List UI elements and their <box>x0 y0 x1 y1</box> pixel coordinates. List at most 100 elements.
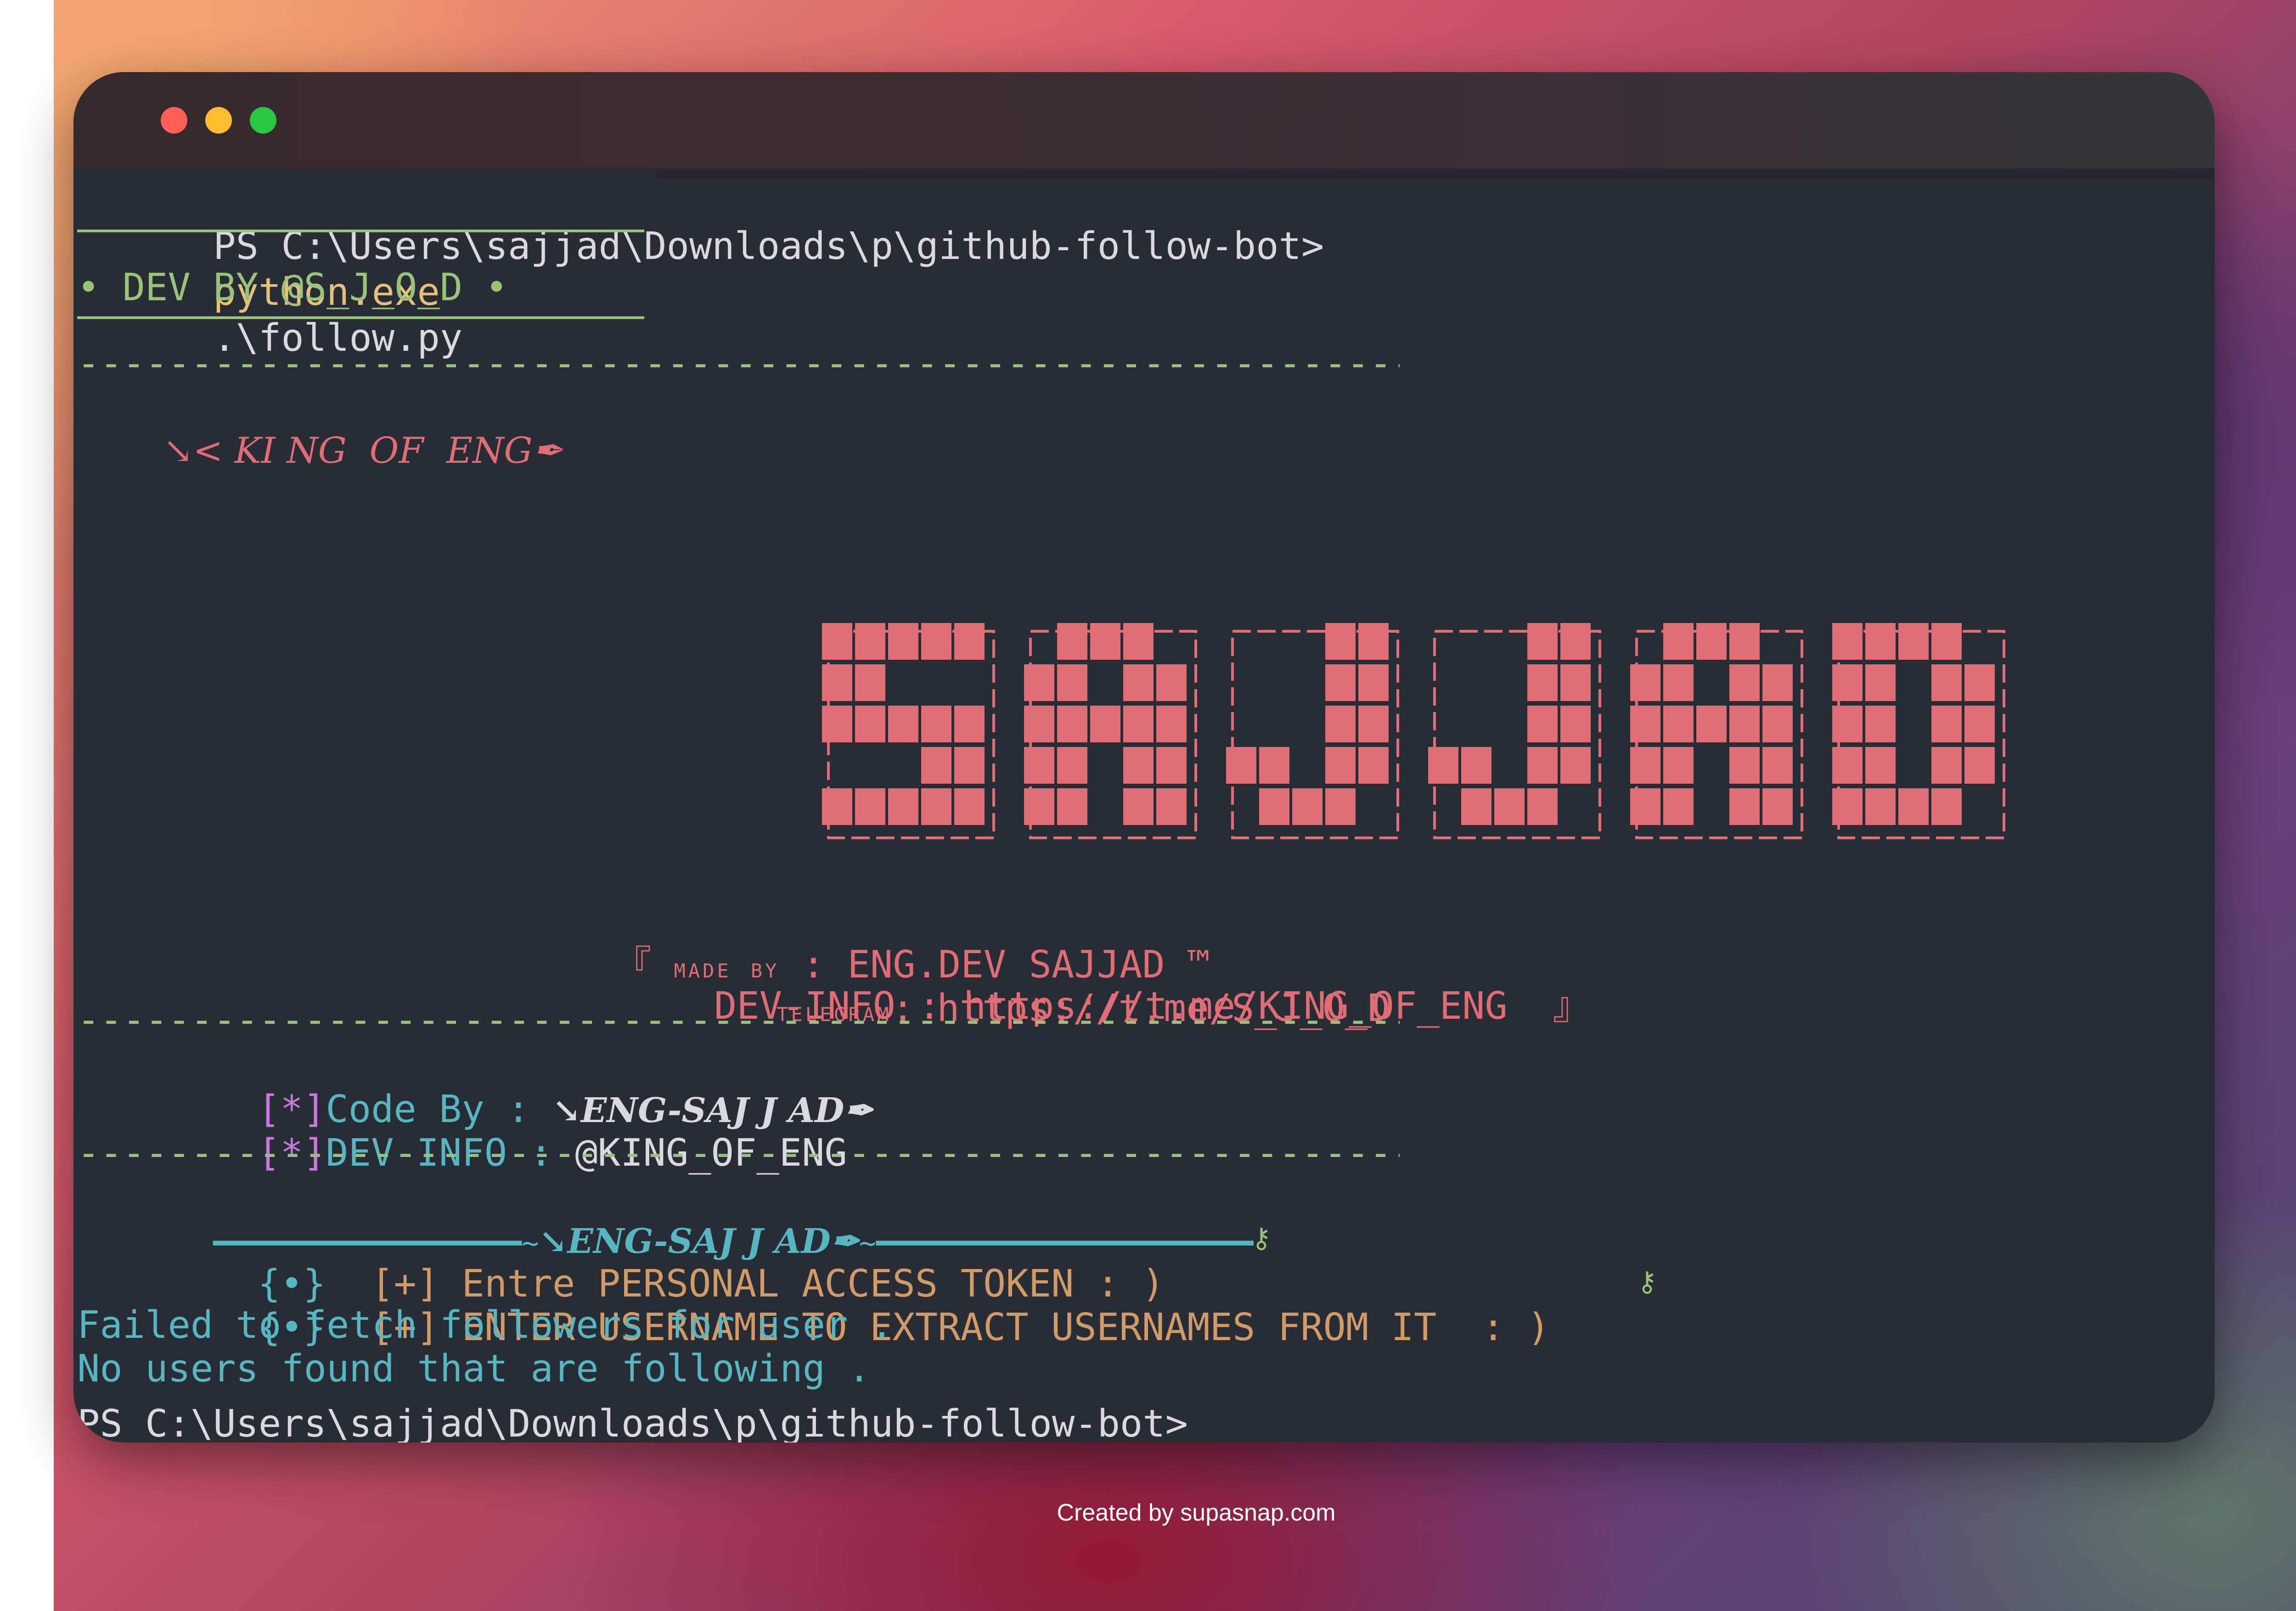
banner-block <box>1898 623 1929 660</box>
banner-block <box>954 788 985 825</box>
banner-block <box>1123 706 1154 742</box>
banner-block <box>1630 788 1660 825</box>
banner-block <box>1057 788 1087 825</box>
banner-block <box>1123 747 1154 784</box>
banner-block <box>1964 747 1995 784</box>
banner-block <box>1630 664 1660 701</box>
banner-block <box>1696 706 1727 742</box>
banner-block <box>822 623 852 660</box>
banner-block <box>1156 664 1187 701</box>
banner-block <box>1123 664 1154 701</box>
banner-block <box>1527 664 1558 701</box>
banner-block <box>1560 664 1591 701</box>
banner-block <box>1729 664 1760 701</box>
banner-block <box>1832 706 1863 742</box>
banner-block <box>1964 664 1995 701</box>
devinfo-handle-line: [*]DEV-INFO : @KING_OF_ENG <box>122 1084 847 1175</box>
banner-block <box>1428 747 1458 784</box>
footer-credit: Created by supasnap.com <box>1057 1499 1336 1526</box>
code-by-line: [*]Code By : ↘ENG-SAJ J AD✒ <box>122 1041 872 1131</box>
banner-letter-j <box>1226 623 1399 839</box>
banner-block <box>1762 747 1793 784</box>
made-by-line: 『 made by : ENG.DEV SAJJAD ™ <box>478 896 1210 987</box>
username-prompt-line: {•} [+] ENTER USERNAME TO EXTRACT USERNA… <box>122 1259 1550 1349</box>
close-window-button[interactable] <box>161 107 187 134</box>
underline-bar <box>77 316 644 319</box>
window-titlebar <box>73 72 2215 168</box>
banner-block <box>1024 706 1054 742</box>
banner-block <box>954 706 985 742</box>
banner-block <box>1527 788 1558 825</box>
key-icon: ⚷ <box>1251 1222 1272 1254</box>
banner-block <box>1123 788 1154 825</box>
underline-bar <box>77 230 644 232</box>
sajjad-ascii-banner <box>822 623 2005 839</box>
banner-block <box>1832 788 1863 825</box>
banner-block <box>1057 747 1087 784</box>
banner-block <box>1663 623 1694 660</box>
banner-block <box>1865 664 1896 701</box>
banner-block <box>822 788 852 825</box>
banner-block <box>1560 747 1591 784</box>
banner-block <box>1090 706 1120 742</box>
banner-block <box>855 706 885 742</box>
dash-separator: ----------------------------------------… <box>77 342 1400 385</box>
banner-block <box>1865 747 1896 784</box>
banner-block <box>1057 623 1087 660</box>
maximize-window-button[interactable] <box>250 107 276 134</box>
banner-block <box>921 747 951 784</box>
banner-block <box>1057 664 1087 701</box>
banner-block <box>1259 747 1289 784</box>
banner-block <box>1931 623 1962 660</box>
telegram-line: telegram: https://t.me/S_J_O_D <box>641 940 1390 1030</box>
banner-block <box>1832 747 1863 784</box>
banner-block <box>1024 788 1054 825</box>
banner-block <box>1696 623 1727 660</box>
banner-block <box>1358 623 1389 660</box>
banner-block <box>1832 623 1863 660</box>
banner-block <box>1865 623 1896 660</box>
banner-block <box>855 664 885 701</box>
prompt-line: PS C:\Users\sajjad\Downloads\p\github-fo… <box>77 178 1324 360</box>
banner-block <box>1461 747 1491 784</box>
banner-block <box>1729 706 1760 742</box>
banner-block <box>1931 706 1962 742</box>
banner-block <box>1898 788 1929 825</box>
dash-separator: ----------------------------------------… <box>77 998 1400 1042</box>
name-separator-line: ━━━━━━━━━━━━━━━━━━~↘ENG-SAJ J AD✒~━━━━━━… <box>77 1172 1253 1261</box>
banner-block <box>1630 706 1660 742</box>
banner-block <box>1123 623 1154 660</box>
banner-block <box>1663 747 1694 784</box>
tab-strip <box>657 168 2215 179</box>
banner-block <box>1663 788 1694 825</box>
banner-block <box>822 706 852 742</box>
minimize-window-button[interactable] <box>205 107 232 134</box>
banner-block <box>1325 706 1356 742</box>
banner-block <box>1358 747 1389 784</box>
banner-block <box>921 706 951 742</box>
banner-block <box>921 788 951 825</box>
banner-block <box>1931 747 1962 784</box>
banner-block <box>1156 788 1187 825</box>
banner-block <box>1560 623 1591 660</box>
banner-letter-j <box>1428 623 1601 839</box>
next-prompt-line: PS C:\Users\sajjad\Downloads\p\github-fo… <box>77 1402 1188 1443</box>
banner-block <box>1024 747 1054 784</box>
banner-block <box>954 747 985 784</box>
banner-block <box>1325 623 1356 660</box>
banner-block <box>1358 664 1389 701</box>
token-prompt-line: {•} [+] Entre PERSONAL ACCESS TOKEN : ) <box>122 1215 1165 1306</box>
banner-block <box>954 623 985 660</box>
banner-block <box>1024 664 1054 701</box>
banner-block <box>822 664 852 701</box>
banner-block <box>1560 706 1591 742</box>
banner-block <box>1156 747 1187 784</box>
banner-block <box>1832 664 1863 701</box>
banner-block <box>1358 706 1389 742</box>
banner-block <box>855 623 885 660</box>
banner-block <box>1461 788 1491 825</box>
terminal-output[interactable]: PS C:\Users\sajjad\Downloads\p\github-fo… <box>73 178 2215 1443</box>
banner-block <box>1156 706 1187 742</box>
banner-block <box>1729 747 1760 784</box>
key-icon: ⚷ <box>1637 1266 1657 1298</box>
